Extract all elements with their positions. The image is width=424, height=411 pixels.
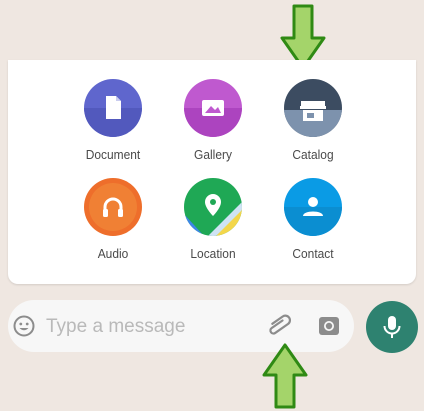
attachment-menu: Document Gallery Catalog Audio Location … (8, 60, 416, 284)
mic-icon (383, 316, 401, 338)
attach-location-button[interactable]: Location (163, 178, 263, 261)
paperclip-icon[interactable] (266, 312, 292, 340)
attach-audio-button[interactable]: Audio (63, 178, 163, 261)
contact-icon (284, 178, 342, 236)
attach-document-label: Document (85, 147, 141, 162)
attach-catalog-label: Catalog (292, 147, 334, 162)
gallery-icon (184, 79, 242, 137)
attach-contact-label: Contact (292, 246, 334, 261)
camera-icon[interactable] (317, 314, 341, 338)
message-composer (8, 298, 418, 356)
attach-location-label: Location (190, 246, 236, 261)
attach-audio-label: Audio (97, 246, 129, 261)
message-input[interactable] (44, 310, 248, 344)
attach-catalog-button[interactable]: Catalog (263, 79, 363, 162)
emoji-icon[interactable] (12, 314, 36, 338)
attach-contact-button[interactable]: Contact (263, 178, 363, 261)
document-icon (84, 79, 142, 137)
attach-gallery-label: Gallery (194, 147, 232, 162)
headphones-icon (84, 178, 142, 236)
attach-gallery-button[interactable]: Gallery (163, 79, 263, 162)
attach-document-button[interactable]: Document (63, 79, 163, 162)
location-icon (184, 178, 242, 236)
mic-button[interactable] (366, 301, 418, 353)
catalog-icon (284, 79, 342, 137)
up-arrow-icon (262, 343, 308, 409)
